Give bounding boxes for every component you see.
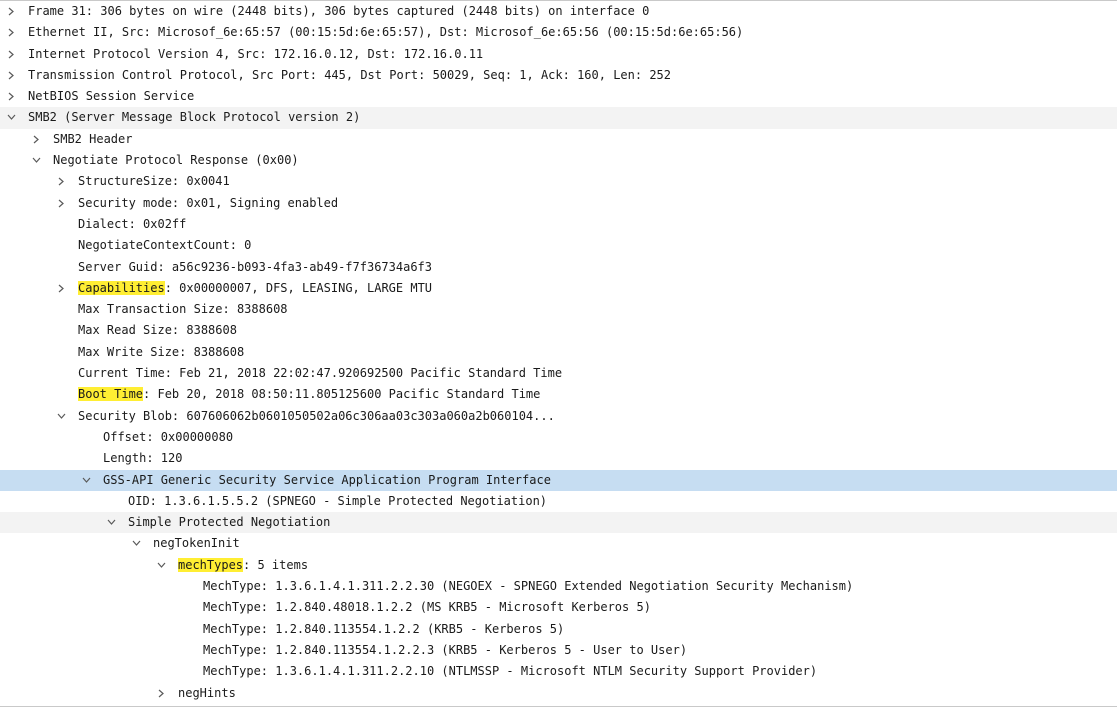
chevron-down-icon[interactable] xyxy=(29,150,43,171)
tree-row-text: mechTypes: 5 items xyxy=(178,555,308,576)
tree-row[interactable]: MechType: 1.3.6.1.4.1.311.2.2.30 (NEGOEX… xyxy=(0,576,1117,597)
tree-row[interactable]: Internet Protocol Version 4, Src: 172.16… xyxy=(0,44,1117,65)
chevron-right-icon[interactable] xyxy=(4,1,18,22)
highlighted-field-name: Capabilities xyxy=(78,280,165,295)
tree-row-text: Capabilities: 0x00000007, DFS, LEASING, … xyxy=(78,278,432,299)
tree-row-text: Frame 31: 306 bytes on wire (2448 bits),… xyxy=(28,4,650,18)
tree-row-text: MechType: 1.3.6.1.4.1.311.2.2.30 (NEGOEX… xyxy=(203,579,854,594)
tree-row-text: GSS-API Generic Security Service Applica… xyxy=(103,472,551,487)
tree-row[interactable]: Max Read Size: 8388608 xyxy=(0,320,1117,341)
tree-row[interactable]: MechType: 1.3.6.1.4.1.311.2.2.10 (NTLMSS… xyxy=(0,661,1117,682)
tree-row[interactable]: Server Guid: a56c9236-b093-4fa3-ab49-f7f… xyxy=(0,257,1117,278)
tree-row[interactable]: NetBIOS Session Service xyxy=(0,86,1117,107)
tree-row[interactable]: OID: 1.3.6.1.5.5.2 (SPNEGO - Simple Prot… xyxy=(0,491,1117,512)
tree-row-text: NetBIOS Session Service xyxy=(28,89,195,104)
tree-row[interactable]: MechType: 1.2.840.113554.1.2.2.3 (KRB5 -… xyxy=(0,640,1117,661)
tree-row[interactable]: negTokenInit xyxy=(0,533,1117,554)
tree-row-text: MechType: 1.2.840.113554.1.2.2 (KRB5 - K… xyxy=(203,621,565,636)
tree-row[interactable]: Current Time: Feb 21, 2018 22:02:47.9206… xyxy=(0,363,1117,384)
tree-row[interactable]: Boot Time: Feb 20, 2018 08:50:11.8051256… xyxy=(0,384,1117,405)
chevron-down-icon[interactable] xyxy=(129,533,143,554)
tree-row-text: Security Blob: 607606062b0601050502a06c3… xyxy=(78,408,555,423)
tree-row[interactable]: Security mode: 0x01, Signing enabled xyxy=(0,193,1117,214)
chevron-down-icon[interactable] xyxy=(4,107,18,128)
tree-row-text: Server Guid: a56c9236-b093-4fa3-ab49-f7f… xyxy=(78,259,433,274)
tree-row[interactable]: Offset: 0x00000080 xyxy=(0,427,1117,448)
tree-row[interactable]: Length: 120 xyxy=(0,448,1117,469)
highlighted-field-name: mechTypes xyxy=(178,557,244,572)
tree-row-text: Ethernet II, Src: Microsof_6e:65:57 (00:… xyxy=(28,25,744,40)
tree-row[interactable]: Simple Protected Negotiation xyxy=(0,512,1117,534)
highlighted-field-name: Boot Time xyxy=(78,387,144,402)
chevron-down-icon[interactable] xyxy=(54,406,68,427)
tree-row[interactable]: Capabilities: 0x00000007, DFS, LEASING, … xyxy=(0,278,1117,299)
tree-row-text: negHints xyxy=(178,685,236,700)
chevron-right-icon[interactable] xyxy=(54,278,68,299)
chevron-right-icon[interactable] xyxy=(29,129,43,150)
tree-row[interactable]: SMB2 (Server Message Block Protocol vers… xyxy=(0,107,1117,129)
tree-row-text: negTokenInit xyxy=(153,536,240,551)
tree-row-text: Max Read Size: 8388608 xyxy=(78,323,237,338)
tree-row[interactable]: Ethernet II, Src: Microsof_6e:65:57 (00:… xyxy=(0,22,1117,43)
field-value: : 0x00000007, DFS, LEASING, LARGE MTU xyxy=(164,280,433,295)
tree-row[interactable]: Security Blob: 607606062b0601050502a06c3… xyxy=(0,406,1117,427)
tree-row[interactable]: Max Write Size: 8388608 xyxy=(0,342,1117,363)
tree-row-text: NegotiateContextCount: 0 xyxy=(78,238,252,253)
tree-row[interactable]: Dialect: 0x02ff xyxy=(0,214,1117,235)
tree-row[interactable]: Max Transaction Size: 8388608 xyxy=(0,299,1117,320)
tree-row-text: Offset: 0x00000080 xyxy=(103,429,234,444)
chevron-right-icon[interactable] xyxy=(154,683,168,704)
chevron-right-icon[interactable] xyxy=(4,65,18,86)
tree-row-text: StructureSize: 0x0041 xyxy=(78,174,230,189)
chevron-right-icon[interactable] xyxy=(4,22,18,43)
tree-row-text: Boot Time: Feb 20, 2018 08:50:11.8051256… xyxy=(78,384,540,405)
tree-row[interactable]: StructureSize: 0x0041 xyxy=(0,171,1117,192)
tree-row-text: Dialect: 0x02ff xyxy=(78,216,187,231)
chevron-down-icon[interactable] xyxy=(104,512,118,533)
tree-row[interactable]: Transmission Control Protocol, Src Port:… xyxy=(0,65,1117,86)
packet-details-tree[interactable]: Frame 31: 306 bytes on wire (2448 bits),… xyxy=(0,0,1117,707)
tree-row[interactable]: Frame 31: 306 bytes on wire (2448 bits),… xyxy=(0,1,1117,22)
tree-row[interactable]: MechType: 1.2.840.113554.1.2.2 (KRB5 - K… xyxy=(0,619,1117,640)
tree-row[interactable]: SMB2 Header xyxy=(0,129,1117,150)
tree-row-text: SMB2 (Server Message Block Protocol vers… xyxy=(28,110,361,125)
tree-row-text: Security mode: 0x01, Signing enabled xyxy=(78,195,339,210)
tree-row[interactable]: mechTypes: 5 items xyxy=(0,555,1117,576)
tree-row-text: Current Time: Feb 21, 2018 22:02:47.9206… xyxy=(78,366,563,381)
tree-row[interactable]: negHints xyxy=(0,683,1117,704)
tree-row-text: MechType: 1.3.6.1.4.1.311.2.2.10 (NTLMSS… xyxy=(203,664,818,679)
chevron-right-icon[interactable] xyxy=(4,86,18,107)
tree-row-text: MechType: 1.2.840.48018.1.2.2 (MS KRB5 -… xyxy=(203,600,651,615)
field-value: : Feb 20, 2018 08:50:11.805125600 Pacifi… xyxy=(143,387,541,402)
tree-row[interactable]: Negotiate Protocol Response (0x00) xyxy=(0,150,1117,171)
tree-row-text: SMB2 Header xyxy=(53,131,133,146)
chevron-right-icon[interactable] xyxy=(54,193,68,214)
chevron-right-icon[interactable] xyxy=(54,171,68,192)
tree-row-text: Negotiate Protocol Response (0x00) xyxy=(53,153,299,168)
chevron-right-icon[interactable] xyxy=(4,44,18,65)
tree-row-text: Transmission Control Protocol, Src Port:… xyxy=(28,67,671,82)
chevron-down-icon[interactable] xyxy=(79,470,93,491)
tree-row-text: Max Transaction Size: 8388608 xyxy=(78,302,288,317)
tree-row-text: Max Write Size: 8388608 xyxy=(78,344,245,359)
tree-row-text: Internet Protocol Version 4, Src: 172.16… xyxy=(28,46,484,61)
field-value: : 5 items xyxy=(243,557,309,572)
tree-row-text: Length: 120 xyxy=(103,451,183,466)
tree-row[interactable]: MechType: 1.2.840.48018.1.2.2 (MS KRB5 -… xyxy=(0,597,1117,618)
tree-row-text: Simple Protected Negotiation xyxy=(128,515,331,530)
tree-row-text: MechType: 1.2.840.113554.1.2.2.3 (KRB5 -… xyxy=(203,642,688,657)
tree-row[interactable]: NegotiateContextCount: 0 xyxy=(0,235,1117,256)
tree-row-text: OID: 1.3.6.1.5.5.2 (SPNEGO - Simple Prot… xyxy=(128,493,548,508)
chevron-down-icon[interactable] xyxy=(154,555,168,576)
tree-row[interactable]: GSS-API Generic Security Service Applica… xyxy=(0,469,1117,491)
